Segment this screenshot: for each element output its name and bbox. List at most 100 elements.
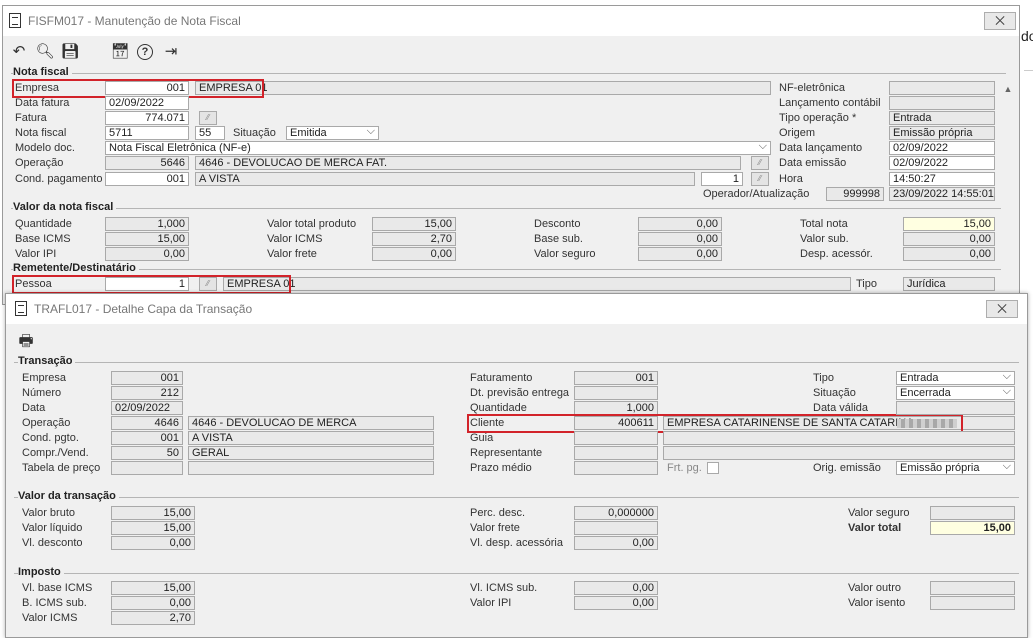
operador-label: Operador/Atualização <box>703 188 810 200</box>
cond-parcelas-field[interactable]: 1 <box>701 172 743 186</box>
exit-icon[interactable]: ⇥ <box>161 42 181 62</box>
operacao-label: Operação <box>15 157 64 169</box>
section-remetente: Remetente/Destinatário <box>13 262 139 274</box>
situacao-select[interactable]: Emitida <box>286 126 379 140</box>
data-field: 02/09/2022 <box>111 401 183 415</box>
origem-label: Origem <box>779 127 816 139</box>
fatura-lookup-icon[interactable]: ⁄⁄ <box>199 111 217 125</box>
tabela-code-field <box>111 461 183 475</box>
background-window-text: do <box>1021 28 1033 44</box>
print-icon[interactable]: 🖶︎ <box>16 332 36 352</box>
situacao-label: Situação <box>813 387 856 399</box>
help-icon[interactable]: ? <box>137 44 153 60</box>
valor-icms-field: 2,70 <box>372 232 456 246</box>
cond-lookup-icon[interactable]: ⁄⁄ <box>751 172 769 186</box>
valor-total-produto-label: Valor total produto <box>267 218 357 230</box>
operacao-lookup-icon[interactable]: ⁄⁄ <box>751 156 769 170</box>
cond-code-field[interactable]: 001 <box>105 172 189 186</box>
representante-desc-field <box>663 446 1015 460</box>
operacao-desc-field: 4646 - DEVOLUCAO DE MERCA FAT. <box>195 156 741 170</box>
section-divider <box>14 497 1019 498</box>
fatura-label: Fatura <box>15 112 47 124</box>
operacao-label: Operação <box>22 417 71 429</box>
calendar-icon[interactable]: 📅︎ <box>110 42 130 62</box>
dt-previsao-field <box>574 386 658 400</box>
vl-desp-acessoria-label: Vl. desp. acessória <box>470 537 563 549</box>
representante-code-field <box>574 446 658 460</box>
atualizacao-field: 23/09/2022 14:55:01 <box>889 187 995 201</box>
document-icon <box>9 13 21 28</box>
numero-label: Número <box>22 387 62 399</box>
desconto-field: 0,00 <box>638 217 722 231</box>
nota-fiscal-field[interactable]: 5711 <box>105 126 189 140</box>
valor-icms-label: Valor ICMS <box>22 612 78 624</box>
background-divider <box>1024 70 1033 71</box>
save-icon[interactable]: 💾︎ <box>60 42 80 62</box>
total-nota-field: 15,00 <box>903 217 995 231</box>
search-icon[interactable]: 🔍︎ <box>35 42 55 62</box>
section-valor-transacao: Valor da transação <box>18 490 119 502</box>
tipo-select[interactable]: Entrada <box>896 371 1015 385</box>
compr-vend-label: Compr./Vend. <box>22 447 89 459</box>
valor-total-label: Valor total <box>848 522 902 534</box>
desconto-label: Desconto <box>534 218 581 230</box>
close-button[interactable]: ⨉ <box>986 300 1018 318</box>
vl-desconto-field: 0,00 <box>111 536 195 550</box>
titlebar: FISFM017 - Manutenção de Nota Fiscal ⨉ <box>3 6 1019 36</box>
b-icms-sub-label: B. ICMS sub. <box>22 597 87 609</box>
valor-frete-field: 0,00 <box>372 247 456 261</box>
nota-fiscal-label: Nota fiscal <box>15 127 67 139</box>
quantidade-field: 1,000 <box>574 401 658 415</box>
quantidade-label: Quantidade <box>470 402 527 414</box>
close-button[interactable]: ⨉ <box>984 12 1016 30</box>
valor-bruto-field: 15,00 <box>111 506 195 520</box>
tipo-label: Tipo <box>813 372 834 384</box>
valor-total-produto-field: 15,00 <box>372 217 456 231</box>
situacao-select[interactable]: Encerrada <box>896 386 1015 400</box>
valor-sub-field: 0,00 <box>903 232 995 246</box>
lanc-contabil-field <box>889 96 995 110</box>
representante-label: Representante <box>470 447 543 459</box>
data-fatura-field[interactable]: 02/09/2022 <box>105 96 189 110</box>
perc-desc-field: 0,000000 <box>574 506 658 520</box>
hora-field[interactable]: 14:50:27 <box>889 172 995 186</box>
valor-frete-field <box>574 521 658 535</box>
compr-desc-field: GERAL <box>188 446 434 460</box>
valor-icms-label: Valor ICMS <box>267 233 323 245</box>
quantidade-label: Quantidade <box>15 218 72 230</box>
nfe-label: NF-eletrônica <box>779 82 846 94</box>
hora-label: Hora <box>779 173 803 185</box>
data-emissao-field[interactable]: 02/09/2022 <box>889 156 995 170</box>
titlebar: TRAFL017 - Detalhe Capa da Transação ⨉ <box>6 294 1027 324</box>
pessoa-name-field: EMPRESA 01 <box>223 277 851 291</box>
cond-code-field: 001 <box>111 431 183 445</box>
section-divider <box>11 73 1006 74</box>
serie-field[interactable]: 55 <box>195 126 225 140</box>
empresa-label: Empresa <box>22 372 67 384</box>
window-detalhe-transacao: TRAFL017 - Detalhe Capa da Transação ⨉ 🖶… <box>5 293 1028 638</box>
scroll-up-icon[interactable]: ▲ <box>1001 84 1015 94</box>
modelo-select[interactable]: Nota Fiscal Eletrônica (NF-e) <box>105 141 771 155</box>
section-divider <box>14 362 1019 363</box>
frt-pg-label: Frt. pg. <box>667 462 702 474</box>
base-icms-field: 15,00 <box>105 232 189 246</box>
data-fatura-label: Data fatura <box>15 97 70 109</box>
valor-ipi-field: 0,00 <box>574 596 658 610</box>
orig-emissao-label: Orig. emissão <box>813 462 881 474</box>
cond-pgto-label: Cond. pgto. <box>22 432 79 444</box>
origem-field: Emissão própria <box>889 126 995 140</box>
scrollbar[interactable]: ▲ <box>1001 76 1015 301</box>
valor-outro-label: Valor outro <box>848 582 901 594</box>
operacao-code-field: 5646 <box>105 156 189 170</box>
vl-desp-acessoria-field: 0,00 <box>574 536 658 550</box>
dt-previsao-label: Dt. previsão entrega <box>470 387 570 399</box>
orig-emissao-select[interactable]: Emissão própria <box>896 461 1015 475</box>
prazo-medio-field <box>574 461 658 475</box>
undo-icon[interactable]: ↶ <box>9 42 29 62</box>
total-nota-label: Total nota <box>800 218 848 230</box>
prazo-medio-label: Prazo médio <box>470 462 532 474</box>
data-lancamento-field[interactable]: 02/09/2022 <box>889 141 995 155</box>
section-valor-nota: Valor da nota fiscal <box>13 201 117 213</box>
frt-pg-checkbox[interactable] <box>707 462 719 474</box>
fatura-field[interactable]: 774.071 <box>105 111 189 125</box>
